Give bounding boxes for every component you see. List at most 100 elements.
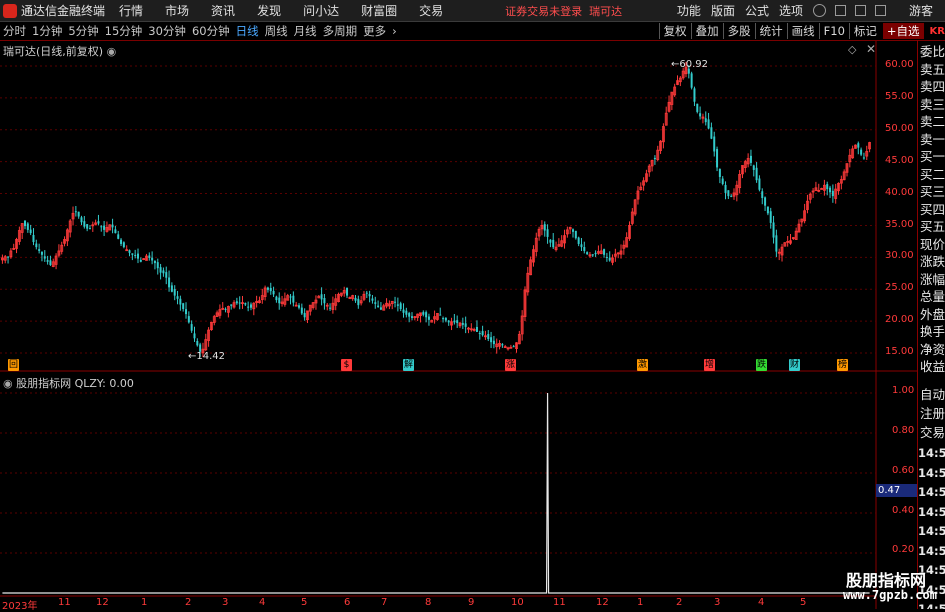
menu-wealth[interactable]: 财富圈 xyxy=(361,2,397,19)
multi-stock-button[interactable]: 多股 xyxy=(722,23,755,39)
menu-function[interactable]: 功能 xyxy=(677,2,701,19)
menu-news[interactable]: 资讯 xyxy=(211,2,235,19)
indicator-title: ◉ 股朋指标网 QLZY: 0.00 xyxy=(3,377,134,390)
candle-body-down xyxy=(425,312,428,318)
indicator-tick: 0.40 xyxy=(892,505,915,516)
event-marker[interactable]: 财 xyxy=(789,359,800,371)
period-5min[interactable]: 5分钟 xyxy=(68,23,98,39)
add-watchlist-button[interactable]: +自选 xyxy=(882,23,924,39)
settings-circle-icon[interactable]: ◉ xyxy=(107,45,117,58)
candle-body-down xyxy=(230,304,233,306)
period-intraday[interactable]: 分时 xyxy=(3,23,26,39)
event-marker[interactable]: 激 xyxy=(637,359,648,371)
period-60min[interactable]: 60分钟 xyxy=(192,23,230,39)
candle-body-down xyxy=(721,178,724,184)
menu-discover[interactable]: 发现 xyxy=(257,2,281,19)
menu-layout[interactable]: 版面 xyxy=(711,2,735,19)
menu-options[interactable]: 选项 xyxy=(779,2,803,19)
period-weekly[interactable]: 周线 xyxy=(265,23,288,39)
event-marker[interactable]: 回 xyxy=(8,359,19,371)
qlzy-line xyxy=(2,392,870,594)
quote-field-label: 买五 xyxy=(920,219,945,234)
candle-body-down xyxy=(298,305,301,308)
event-marker[interactable]: 涨 xyxy=(505,359,516,371)
quote-field-label: 净资 xyxy=(920,341,945,357)
side-action-label[interactable]: 注册 xyxy=(920,404,945,423)
candle-body-down xyxy=(442,318,445,320)
trade-time: 14:56 xyxy=(918,543,945,558)
indicator-settings-icon[interactable]: ◉ xyxy=(3,377,13,390)
help-icon[interactable] xyxy=(812,4,826,17)
event-marker[interactable]: 增 xyxy=(704,359,715,371)
candle-body-down xyxy=(185,309,188,315)
restore-icon[interactable] xyxy=(854,5,866,16)
grid-lines xyxy=(0,41,917,609)
kline-chart[interactable] xyxy=(0,41,945,609)
minimize-icon[interactable] xyxy=(834,5,846,16)
candle-body-down xyxy=(170,285,173,292)
quote-field-label: 买四 xyxy=(920,201,945,217)
menu-market[interactable]: 行情 xyxy=(119,2,143,19)
candle-body-down xyxy=(368,294,371,297)
candle-body-down xyxy=(235,301,238,304)
trade-time: 14:56 xyxy=(918,465,945,480)
period-monthly[interactable]: 月线 xyxy=(294,23,317,39)
x-tick-label: 2 xyxy=(185,597,192,608)
menu-trade[interactable]: 交易 xyxy=(419,2,443,19)
adjust-button[interactable]: 复权 xyxy=(658,23,691,39)
menu-ask[interactable]: 问小达 xyxy=(303,2,339,19)
period-1min[interactable]: 1分钟 xyxy=(32,23,62,39)
period-multi[interactable]: 多周期 xyxy=(323,23,358,39)
period-15min[interactable]: 15分钟 xyxy=(105,23,143,39)
candle-body-down xyxy=(238,302,241,304)
indicator-series xyxy=(2,392,870,594)
candle-body-down xyxy=(320,294,323,300)
candle-body-down xyxy=(769,211,772,223)
period-daily[interactable]: 日线 xyxy=(236,23,259,39)
period-toolbar: 分时 1分钟 5分钟 15分钟 30分钟 60分钟 日线 周线 月线 多周期 更… xyxy=(0,22,945,41)
period-more[interactable]: 更多 xyxy=(363,23,386,39)
quote-field-label: 卖三 xyxy=(920,96,945,112)
guest-account[interactable]: 游客 xyxy=(909,2,933,19)
login-notice[interactable]: 证券交易未登录 瑞可达 xyxy=(505,3,622,19)
menu-formula[interactable]: 公式 xyxy=(745,2,769,19)
close-icon[interactable] xyxy=(874,5,886,16)
candle-body-down xyxy=(696,103,699,112)
candle-body-down xyxy=(365,292,368,294)
low-price-label: ←14.42 xyxy=(188,351,226,362)
candle-body-down xyxy=(512,346,515,348)
x-tick-label: 10 xyxy=(511,597,524,608)
side-action-label[interactable]: 交易 xyxy=(920,423,945,442)
candle-body-down xyxy=(730,195,733,197)
candle-body-down xyxy=(120,239,123,244)
overlay-button[interactable]: 叠加 xyxy=(690,23,723,39)
stats-button[interactable]: 统计 xyxy=(754,23,787,39)
panel-close-icon[interactable]: ✕ xyxy=(866,42,876,56)
indicator-tick: 0.80 xyxy=(892,425,915,436)
candle-body-down xyxy=(710,127,713,139)
event-marker[interactable]: $ xyxy=(341,359,352,371)
main-chart-title: 瑞可达(日线,前复权) ◉ xyxy=(3,45,117,58)
event-marker[interactable]: 榜 xyxy=(837,359,848,371)
x-tick-label: 8 xyxy=(425,597,432,608)
draw-line-button[interactable]: 画线 xyxy=(786,23,819,39)
quote-field-label: 委比 xyxy=(920,44,945,59)
period-30min[interactable]: 30分钟 xyxy=(148,23,186,39)
candle-body-down xyxy=(371,298,374,301)
diamond-icon[interactable]: ◇ xyxy=(848,43,856,56)
candlestick-series xyxy=(1,61,871,358)
chevron-right-icon[interactable]: › xyxy=(392,24,397,38)
menu-market-overview[interactable]: 市场 xyxy=(165,2,189,19)
x-tick-label: 9 xyxy=(468,597,475,608)
candle-body-down xyxy=(594,252,597,255)
candle-body-down xyxy=(857,143,860,148)
event-marker[interactable]: 解 xyxy=(403,359,414,371)
candle-body-down xyxy=(552,239,555,248)
candle-body-down xyxy=(193,333,196,339)
f10-button[interactable]: F10 xyxy=(818,23,849,39)
candle-body-down xyxy=(549,239,552,243)
mark-button[interactable]: 标记 xyxy=(848,23,881,39)
candle-body-down xyxy=(439,314,442,316)
side-action-label[interactable]: 自动 xyxy=(920,385,945,404)
event-marker[interactable]: 跌 xyxy=(756,359,767,371)
